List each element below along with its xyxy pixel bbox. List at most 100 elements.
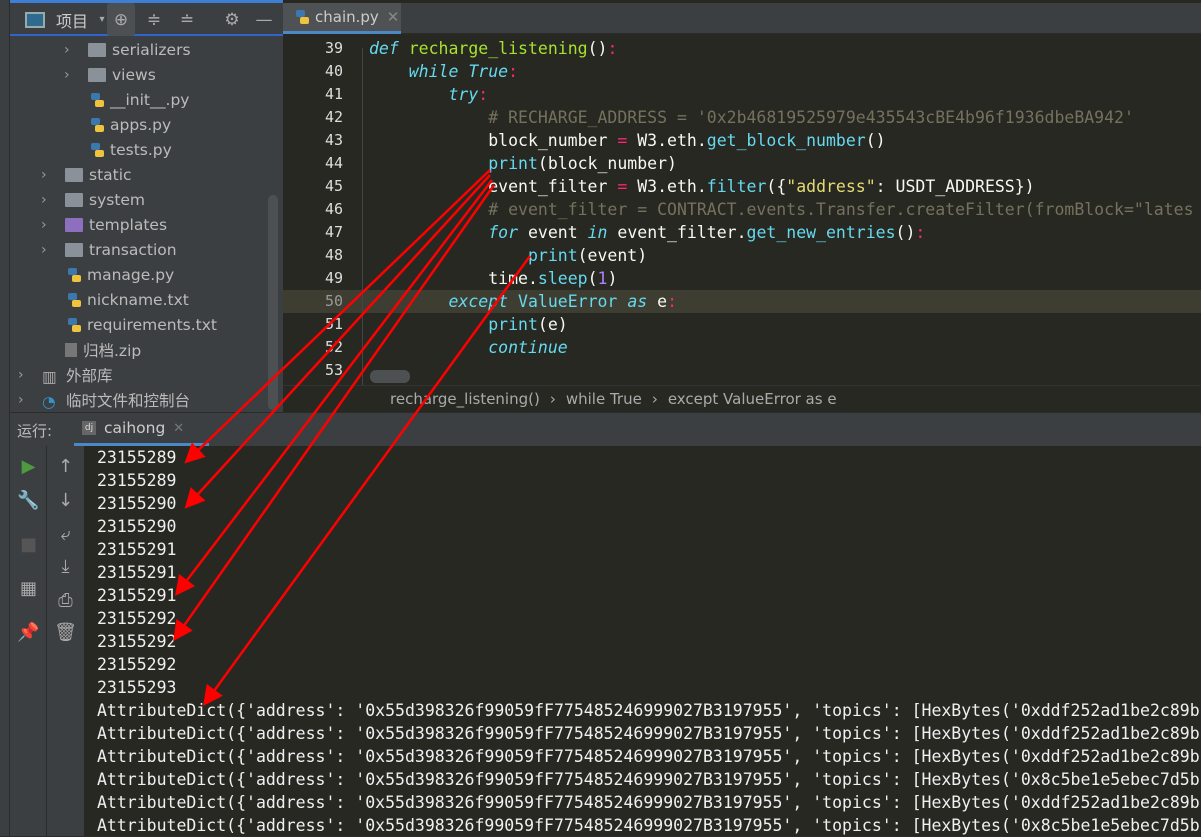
tree-item-label: apps.py <box>110 115 172 134</box>
tree-item[interactable]: __init__.py <box>64 87 189 112</box>
chevron-right-icon[interactable]: › <box>18 367 32 383</box>
project-scrollbar[interactable] <box>268 195 278 410</box>
chevron-right-icon[interactable]: › <box>41 167 55 183</box>
run-tab-caihong[interactable]: dj caihong ✕ <box>74 413 209 446</box>
chevron-right-icon[interactable]: › <box>41 217 55 233</box>
folder-icon <box>65 167 83 182</box>
trash-icon[interactable]: 🗑 <box>47 622 84 643</box>
tree-item[interactable]: › templates <box>41 212 167 237</box>
console-line: 23155290 <box>97 494 177 513</box>
code-line[interactable]: time.sleep(1) <box>369 267 617 290</box>
arrow-down-icon[interactable]: ↓ <box>47 490 84 511</box>
console-line: AttributeDict({'address': '0x55d398326f9… <box>97 724 1200 743</box>
code-line[interactable]: continue <box>369 336 567 359</box>
layout-icon[interactable]: ▦ <box>10 578 47 599</box>
tree-item[interactable]: tests.py <box>64 137 172 162</box>
code-line[interactable]: # event_filter = CONTRACT.events.Transfe… <box>369 198 1193 221</box>
python-file-icon <box>293 8 309 26</box>
chevron-right-icon[interactable]: › <box>41 242 55 258</box>
project-view-title[interactable]: 项目 <box>50 3 94 36</box>
code-line[interactable]: except ValueError as e: <box>369 290 677 313</box>
print-icon[interactable]: ⎙ <box>47 590 84 611</box>
gear-icon[interactable]: ⚙ <box>218 3 246 36</box>
code-line[interactable]: def recharge_listening(): <box>369 37 617 60</box>
code-token: block_number <box>369 131 618 150</box>
code-token: (e) <box>537 315 568 334</box>
editor-horizontal-scrollbar[interactable] <box>370 370 410 383</box>
pin-icon[interactable]: 📌 <box>10 622 47 643</box>
line-number: 47 <box>324 223 343 241</box>
tab-chain-py[interactable]: chain.py ✕ <box>283 3 401 34</box>
breadcrumb: recharge_listening() › while True › except… <box>283 385 1201 412</box>
tree-item[interactable]: › ▥ 外部库 <box>18 362 113 387</box>
tree-item[interactable]: › transaction <box>41 237 177 262</box>
code-line[interactable]: print(block_number) <box>369 152 677 175</box>
code-line[interactable]: print(e) <box>369 313 568 336</box>
run-panel-header: 运行: dj caihong ✕ <box>10 412 1201 446</box>
tree-item[interactable]: requirements.txt <box>41 312 217 337</box>
code-token: = <box>617 131 628 150</box>
code-line[interactable]: event_filter = W3.eth.filter({"address":… <box>369 175 1034 198</box>
project-view-icon[interactable] <box>22 3 48 36</box>
code-token: filter <box>706 177 767 196</box>
tree-item[interactable]: › views <box>64 62 156 87</box>
code-line[interactable]: # RECHARGE_ADDRESS = '0x2b46819525979e43… <box>369 106 1134 129</box>
code-token: "address" <box>786 177 876 196</box>
tree-item-label: 归档.zip <box>83 341 142 360</box>
code-token: event <box>527 223 588 242</box>
wrench-icon[interactable]: 🔧 <box>10 490 47 511</box>
code-token: : <box>508 62 519 81</box>
minimize-icon[interactable]: — <box>252 3 276 36</box>
locate-icon[interactable]: ⊕ <box>107 3 135 36</box>
tree-item-label: system <box>89 190 146 209</box>
chevron-right-icon[interactable]: › <box>64 67 78 83</box>
close-icon[interactable]: ✕ <box>173 421 184 436</box>
console-line: 23155291 <box>97 586 177 605</box>
expand-all-icon[interactable]: ≑ <box>140 3 168 36</box>
code-token: 1 <box>597 269 608 288</box>
code-line[interactable]: try: <box>369 83 488 106</box>
code-token: () <box>865 131 886 150</box>
tree-item[interactable]: › system <box>41 187 145 212</box>
close-icon[interactable]: ✕ <box>387 8 400 26</box>
code-token: = <box>617 177 628 196</box>
library-icon: ▥ <box>42 367 57 386</box>
run-icon[interactable]: ▶ <box>10 456 47 477</box>
collapse-all-icon[interactable]: ≐ <box>173 3 201 36</box>
python-file-icon <box>65 266 81 284</box>
line-number: 40 <box>324 62 343 80</box>
tree-item[interactable]: › ◔ 临时文件和控制台 <box>18 387 190 412</box>
breadcrumb-item[interactable]: while True <box>566 390 642 408</box>
scroll-to-end-icon[interactable]: ⤓ <box>47 556 84 577</box>
breadcrumb-item[interactable]: except ValueError as e <box>668 390 837 408</box>
tree-item[interactable]: apps.py <box>64 112 171 137</box>
stop-icon[interactable]: ■ <box>10 534 47 555</box>
soft-wrap-icon[interactable]: ⤶ <box>47 524 84 545</box>
archive-icon <box>65 342 77 357</box>
code-token: : <box>478 85 489 104</box>
code-token: : <box>607 39 618 58</box>
tree-item[interactable]: 归档.zip <box>41 337 141 362</box>
code-line[interactable]: block_number = W3.eth.get_block_number() <box>369 129 886 152</box>
left-tool-strip[interactable] <box>0 0 10 836</box>
tree-item[interactable]: manage.py <box>41 262 174 287</box>
code-line[interactable]: while True: <box>369 60 518 83</box>
code-token: in <box>587 223 618 242</box>
chevron-right-icon[interactable]: › <box>64 42 78 58</box>
code-line[interactable]: for event in event_filter.get_new_entrie… <box>369 221 925 244</box>
chevron-right-icon[interactable]: › <box>18 392 32 408</box>
folder-icon <box>88 42 106 57</box>
chevron-right-icon[interactable]: › <box>41 192 55 208</box>
tree-item[interactable]: › serializers <box>64 37 191 62</box>
breadcrumb-item[interactable]: recharge_listening() <box>390 390 540 408</box>
chevron-down-icon[interactable]: ▾ <box>98 3 106 36</box>
code-line[interactable]: print(event) <box>369 244 647 267</box>
tree-item[interactable]: nickname.txt <box>41 287 189 312</box>
arrow-up-icon[interactable]: ↑ <box>47 456 84 477</box>
chevron-right-icon: › <box>651 390 658 408</box>
code-token: event_filter. <box>617 223 747 242</box>
tree-item[interactable]: › static <box>41 162 132 187</box>
